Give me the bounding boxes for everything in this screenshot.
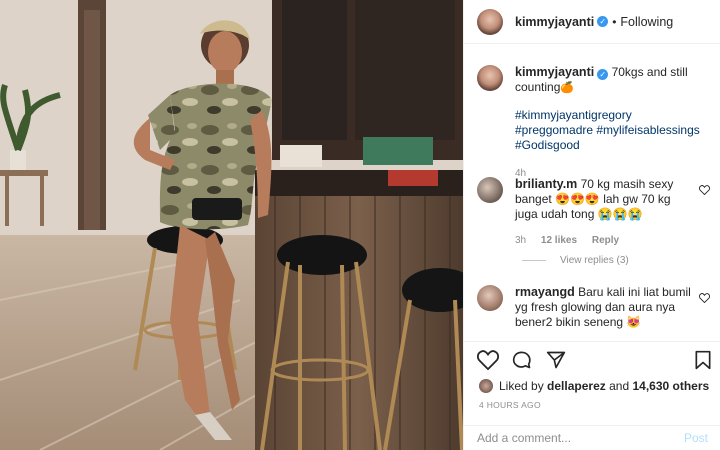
liker-avatar[interactable]: [479, 379, 493, 393]
post-sidebar: kimmyjayanti ✓ • Following kimmyjayanti ✓…: [463, 0, 720, 450]
commenter-username[interactable]: rmayangd: [515, 285, 575, 299]
likes-count[interactable]: 14,630 others: [632, 379, 709, 393]
comment-meta: 3h 12 likes Reply: [515, 233, 695, 248]
liker-username[interactable]: dellaperez: [547, 379, 606, 393]
author-info: kimmyjayanti ✓ • Following: [515, 15, 673, 29]
add-comment-bar: Post: [464, 425, 720, 450]
comment-input[interactable]: [477, 431, 684, 445]
view-replies-label: View replies (3): [560, 255, 629, 266]
comment-item: rmayangd Baru kali ini liat bumil yg fre…: [477, 285, 712, 330]
comments-section[interactable]: kimmyjayanti ✓ 70kgs and still counting🍊 …: [464, 45, 720, 340]
view-replies-button[interactable]: View replies (3): [522, 255, 629, 266]
verified-icon: ✓: [597, 69, 609, 80]
author-avatar[interactable]: [477, 8, 503, 35]
commenter-avatar[interactable]: [477, 285, 503, 311]
caption-avatar[interactable]: [477, 65, 503, 91]
verified-icon: ✓: [597, 16, 609, 27]
author-username[interactable]: kimmyjayanti: [515, 15, 594, 29]
likes-and: and: [609, 379, 630, 393]
post-button[interactable]: Post: [684, 431, 708, 445]
like-comment-heart-icon[interactable]: [699, 293, 710, 303]
commenter-avatar[interactable]: [477, 177, 503, 203]
comment-time[interactable]: 3h: [515, 235, 526, 246]
separator-dot: •: [612, 14, 617, 29]
comment-body: rmayangd Baru kali ini liat bumil yg fre…: [515, 285, 695, 330]
photo-illustration: [0, 0, 463, 450]
reply-button[interactable]: Reply: [592, 235, 619, 246]
caption-body: kimmyjayanti ✓ 70kgs and still counting🍊 …: [515, 65, 705, 181]
post-timestamp[interactable]: 4 HOURS AGO: [479, 400, 541, 410]
caption-hashtags[interactable]: #kimmyjayantigregory #preggomadre #mylif…: [515, 108, 705, 153]
like-comment-heart-icon[interactable]: [699, 185, 710, 195]
comment-likes[interactable]: 12 likes: [541, 235, 577, 246]
likes-summary: Liked by dellaperez and 14,630 others: [479, 379, 709, 393]
post-actions: Liked by dellaperez and 14,630 others 4 …: [464, 341, 720, 415]
caption-username[interactable]: kimmyjayanti: [515, 65, 594, 79]
post-photo[interactable]: [0, 0, 463, 450]
caption-emoji: 🍊: [560, 82, 575, 94]
liked-by-label: Liked by: [499, 379, 544, 393]
bookmark-icon[interactable]: [693, 350, 713, 370]
share-icon[interactable]: [545, 350, 567, 370]
replies-line: [522, 260, 546, 261]
heart-icon[interactable]: [477, 350, 499, 370]
commenter-username[interactable]: brilianty.m: [515, 177, 577, 191]
post-header: kimmyjayanti ✓ • Following: [464, 0, 720, 44]
action-icons: [477, 350, 579, 370]
following-button[interactable]: Following: [620, 15, 673, 29]
comment-item: brilianty.m 70 kg masih sexy banget 😍😍😍 …: [477, 177, 712, 248]
comment-body: brilianty.m 70 kg masih sexy banget 😍😍😍 …: [515, 177, 695, 248]
caption: kimmyjayanti ✓ 70kgs and still counting🍊 …: [477, 65, 712, 181]
comment-icon[interactable]: [511, 350, 533, 370]
